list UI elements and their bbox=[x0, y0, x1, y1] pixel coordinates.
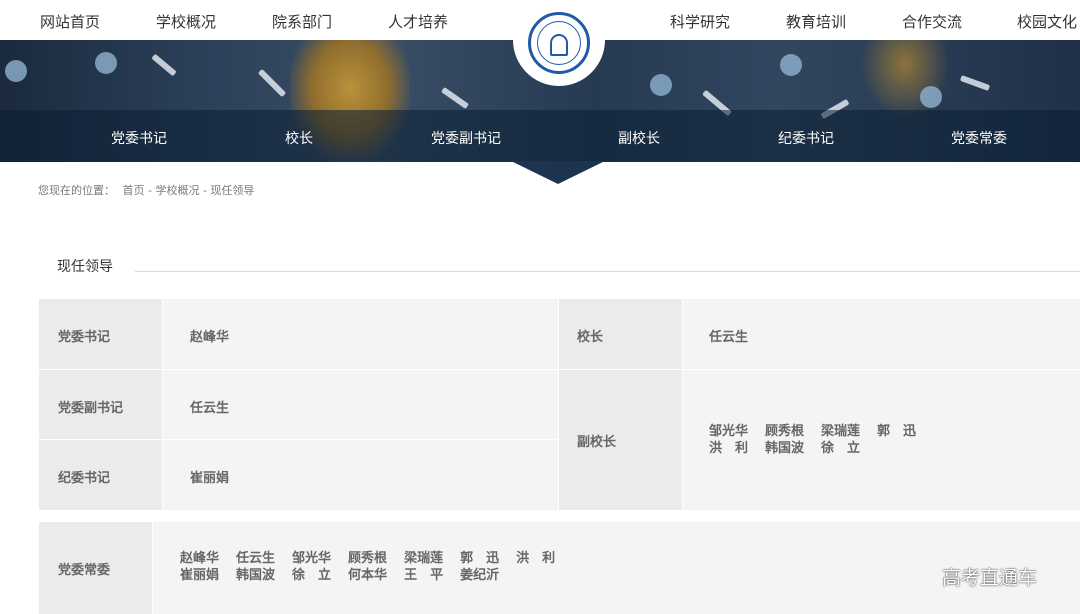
uniform-stripe bbox=[440, 86, 470, 110]
label-vice-presidents: 副校长 bbox=[559, 370, 682, 510]
leader-name: 顾秀根 bbox=[348, 551, 388, 566]
leader-name: 崔丽娟 bbox=[190, 471, 230, 486]
leader-name: 韩国波 bbox=[236, 568, 276, 583]
leader-name: 韩国波 bbox=[765, 441, 805, 456]
uniform-stripe bbox=[257, 68, 287, 98]
value-party-secretary: 赵峰华 bbox=[163, 299, 558, 369]
leader-name: 赵峰华 bbox=[180, 551, 220, 566]
label-standing-committee: 党委常委 bbox=[39, 522, 152, 614]
breadcrumb: 您现在的位置： 首页 - 学校概况 - 现任领导 bbox=[38, 182, 258, 198]
uniform-patch bbox=[780, 54, 802, 76]
uniform-stripe bbox=[151, 53, 177, 77]
label-text: 党委书记 bbox=[58, 330, 111, 345]
subnav-president[interactable]: 校长 bbox=[285, 128, 313, 148]
nav-cooperation[interactable]: 合作交流 bbox=[902, 11, 962, 32]
leader-name: 郭 迅 bbox=[877, 424, 917, 439]
university-seal-icon bbox=[528, 12, 590, 74]
leader-name: 崔丽娟 bbox=[180, 568, 220, 583]
value-president: 任云生 bbox=[683, 299, 1080, 369]
leader-name: 任云生 bbox=[709, 330, 749, 345]
subnav-vice-president[interactable]: 副校长 bbox=[618, 128, 660, 148]
label-president: 校长 bbox=[559, 299, 682, 369]
leader-name: 何本华 bbox=[348, 568, 388, 583]
standing-committee-names: 赵峰华 任云生 邹光华 顾秀根 梁瑞莲 郭 迅 洪 利 崔丽娟 韩国波 徐 立 何本华 王 平 姜纪沂 bbox=[180, 550, 572, 584]
leader-name: 王 平 bbox=[404, 568, 444, 583]
leader-name: 任云生 bbox=[236, 551, 276, 566]
vice-president-names: 邹光华 顾秀根 梁瑞莲 郭 迅 洪 利 韩国波 徐 立 bbox=[709, 423, 933, 457]
uniform-patch bbox=[95, 52, 117, 74]
leader-name: 洪 利 bbox=[709, 441, 749, 456]
watermark-text: 高考直通车 bbox=[942, 567, 1038, 589]
label-text: 纪委书记 bbox=[58, 471, 111, 486]
leader-name: 邹光华 bbox=[709, 424, 749, 439]
label-text: 党委常委 bbox=[58, 563, 111, 578]
banner-pointer bbox=[511, 161, 605, 184]
value-discipline-secretary: 崔丽娟 bbox=[163, 440, 558, 510]
value-deputy-party-secretary: 任云生 bbox=[163, 370, 558, 439]
label-text: 校长 bbox=[577, 330, 604, 345]
leader-name: 洪 利 bbox=[516, 551, 556, 566]
label-discipline-secretary: 纪委书记 bbox=[39, 440, 162, 510]
leader-name: 徐 立 bbox=[292, 568, 332, 583]
label-party-secretary: 党委书记 bbox=[39, 299, 162, 369]
name-row: 赵峰华 任云生 邹光华 顾秀根 梁瑞莲 郭 迅 洪 利 bbox=[180, 550, 572, 567]
banner-foliage bbox=[860, 40, 950, 120]
leader-name: 郭 迅 bbox=[460, 551, 500, 566]
label-text: 党委副书记 bbox=[58, 401, 124, 416]
label-deputy-party-secretary: 党委副书记 bbox=[39, 370, 162, 439]
breadcrumb-path[interactable]: 首页 - 学校概况 - 现任领导 bbox=[123, 184, 255, 197]
leader-name: 梁瑞莲 bbox=[821, 424, 861, 439]
leader-name: 姜纪沂 bbox=[460, 568, 500, 583]
name-row: 洪 利 韩国波 徐 立 bbox=[709, 440, 933, 457]
subnav-deputy-party-secretary[interactable]: 党委副书记 bbox=[431, 128, 501, 148]
leader-name: 赵峰华 bbox=[190, 330, 230, 345]
name-row: 邹光华 顾秀根 梁瑞莲 郭 迅 bbox=[709, 423, 933, 440]
leader-name: 梁瑞莲 bbox=[404, 551, 444, 566]
breadcrumb-prefix: 您现在的位置： bbox=[38, 184, 115, 197]
nav-school-overview[interactable]: 学校概况 bbox=[156, 11, 216, 32]
leader-name: 任云生 bbox=[190, 401, 230, 416]
uniform-patch bbox=[920, 86, 942, 108]
nav-talent-training[interactable]: 人才培养 bbox=[388, 11, 448, 32]
value-standing-committee: 赵峰华 任云生 邹光华 顾秀根 梁瑞莲 郭 迅 洪 利 崔丽娟 韩国波 徐 立 何本华 王 平 姜纪沂 bbox=[153, 522, 1080, 614]
nav-departments[interactable]: 院系部门 bbox=[272, 11, 332, 32]
leader-name: 邹光华 bbox=[292, 551, 332, 566]
uniform-patch bbox=[650, 74, 672, 96]
subnav-standing-committee[interactable]: 党委常委 bbox=[951, 128, 1007, 148]
leader-name: 徐 立 bbox=[821, 441, 861, 456]
uniform-stripe bbox=[959, 75, 991, 91]
subnav-party-secretary[interactable]: 党委书记 bbox=[111, 128, 167, 148]
nav-campus-culture[interactable]: 校园文化 bbox=[1017, 11, 1077, 32]
label-text: 副校长 bbox=[577, 435, 617, 450]
bell-icon bbox=[550, 34, 568, 56]
seal-inner-ring bbox=[537, 21, 581, 65]
section-title: 现任领导 bbox=[57, 259, 113, 275]
nav-education-training[interactable]: 教育培训 bbox=[786, 11, 846, 32]
uniform-patch bbox=[5, 60, 27, 82]
section-divider bbox=[135, 271, 1080, 272]
nav-research[interactable]: 科学研究 bbox=[670, 11, 730, 32]
subnav-discipline-secretary[interactable]: 纪委书记 bbox=[778, 128, 834, 148]
leader-name: 顾秀根 bbox=[765, 424, 805, 439]
value-vice-presidents: 邹光华 顾秀根 梁瑞莲 郭 迅 洪 利 韩国波 徐 立 bbox=[683, 370, 1080, 510]
name-row: 崔丽娟 韩国波 徐 立 何本华 王 平 姜纪沂 bbox=[180, 567, 572, 584]
nav-home[interactable]: 网站首页 bbox=[40, 11, 100, 32]
